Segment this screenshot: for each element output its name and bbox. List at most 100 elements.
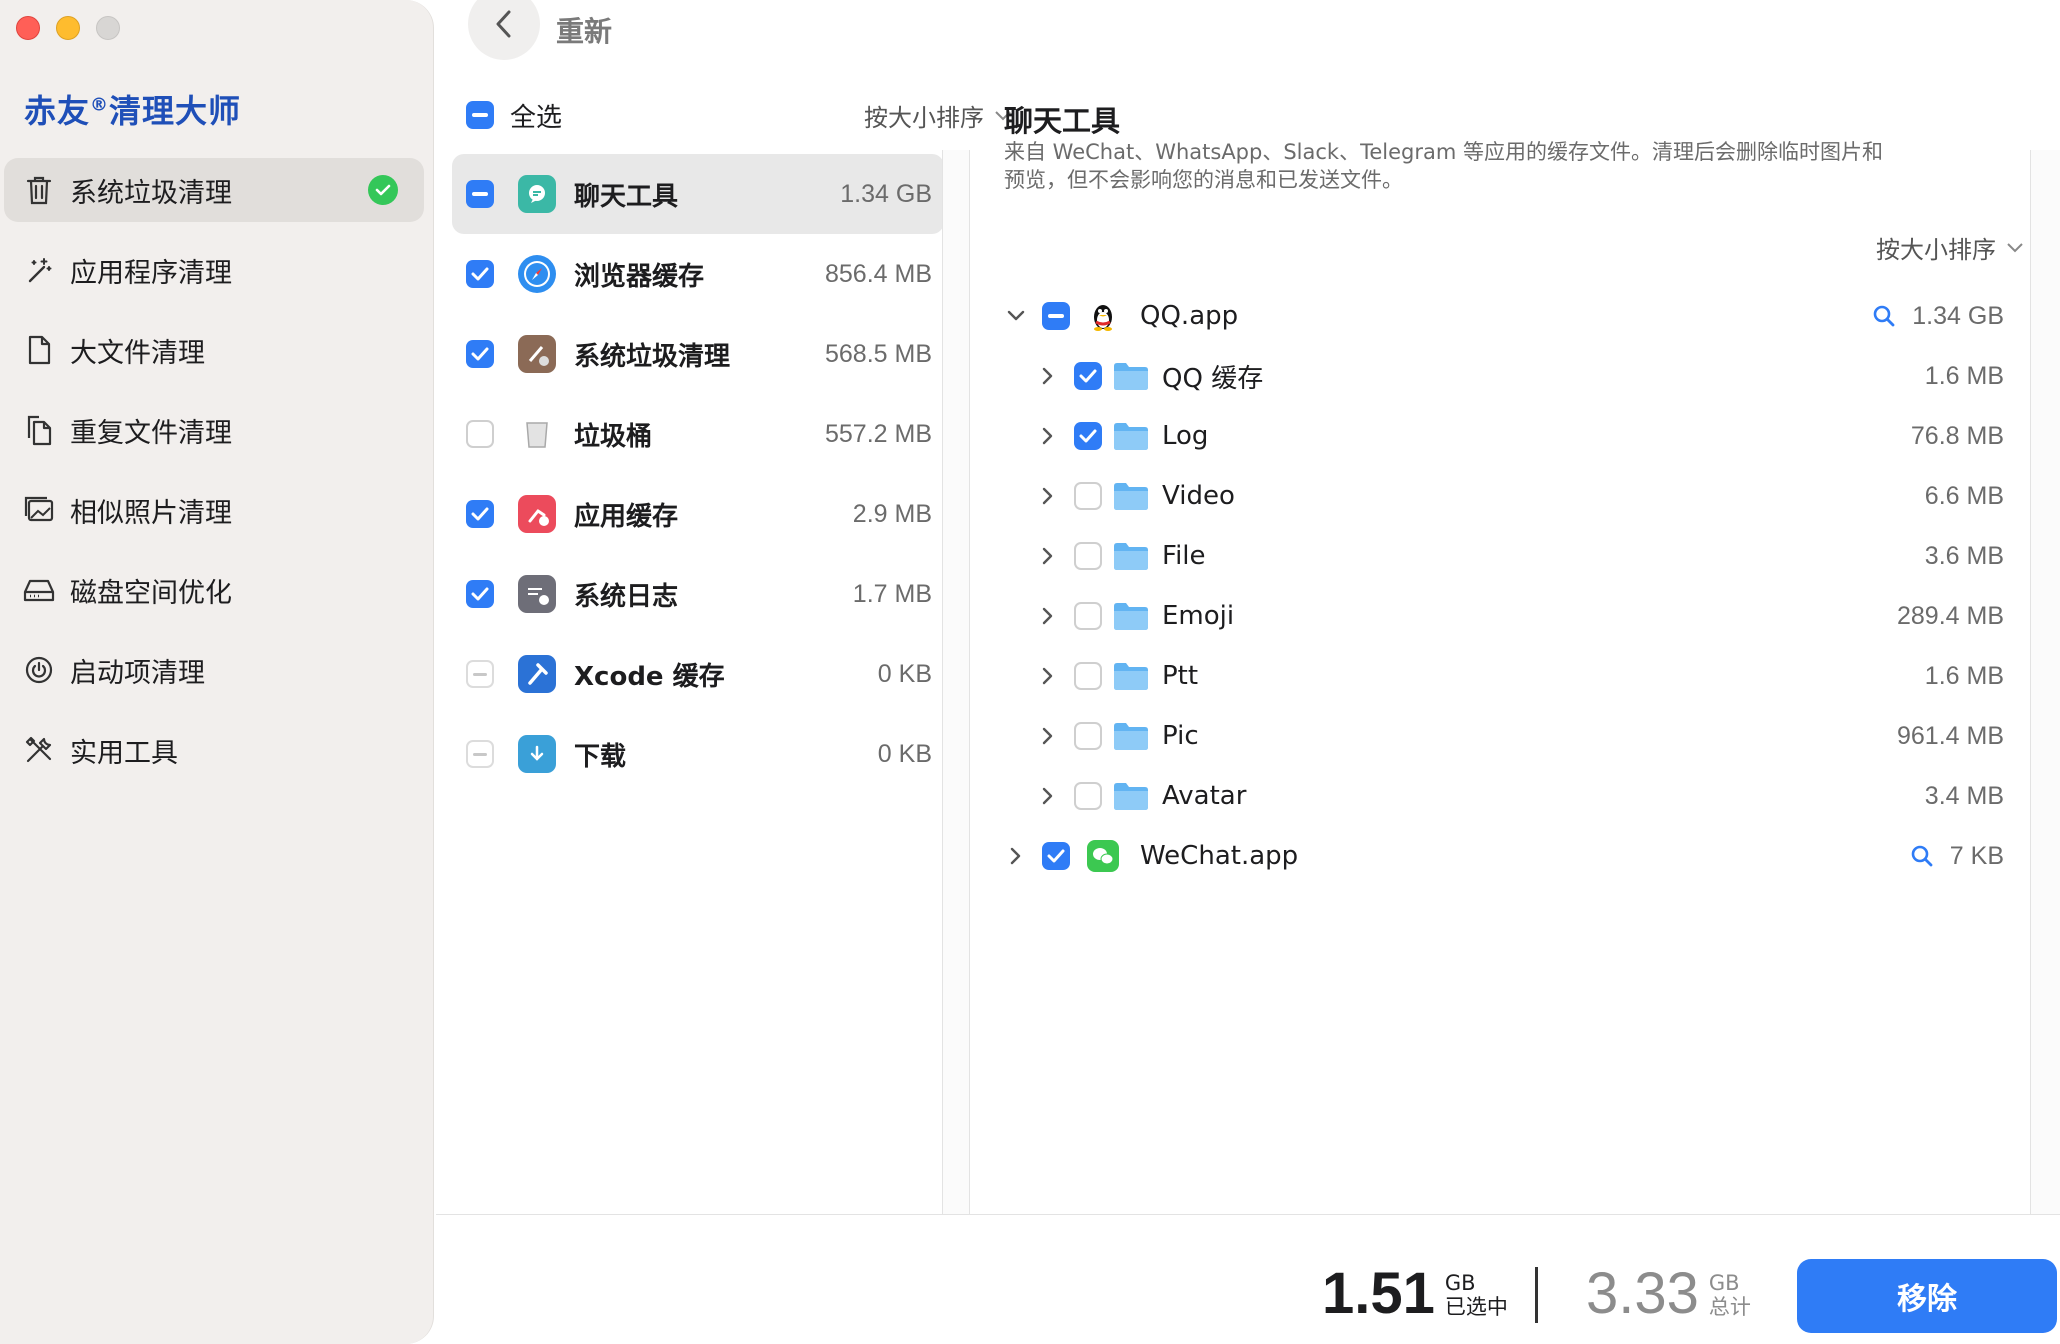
category-size: 2.9 MB xyxy=(852,499,932,528)
chevron-right-icon[interactable] xyxy=(1036,664,1060,688)
category-list: 聊天工具 1.34 GB 浏览器缓存 856.4 MB 系统垃圾清理 568.5 MB 垃圾… xyxy=(452,154,944,794)
chevron-right-icon[interactable] xyxy=(1004,844,1028,868)
sidebar-item-label: 应用程序清理 xyxy=(70,257,232,289)
selected-size-label: 已选中 xyxy=(1444,1295,1508,1319)
folder-checkbox[interactable] xyxy=(1074,662,1102,690)
sidebar-item-label: 相似照片清理 xyxy=(70,497,232,529)
category-row[interactable]: Xcode 缓存 0 KB xyxy=(452,634,944,714)
back-button[interactable] xyxy=(468,0,540,60)
folder-checkbox[interactable] xyxy=(1074,362,1102,390)
app-name: WeChat.app xyxy=(1140,841,1299,871)
category-row[interactable]: 聊天工具 1.34 GB xyxy=(452,154,944,234)
sidebar-item-4[interactable]: 相似照片清理 xyxy=(4,478,424,542)
chevron-right-icon[interactable] xyxy=(1036,604,1060,628)
chevron-right-icon[interactable] xyxy=(1036,424,1060,448)
category-checkbox[interactable] xyxy=(466,580,494,608)
sidebar-item-label: 启动项清理 xyxy=(70,657,205,689)
sidebar-item-7[interactable]: 实用工具 xyxy=(4,718,424,782)
app-row[interactable]: QQ.app 1.34 GB xyxy=(1004,286,2004,346)
sidebar-item-3[interactable]: 重复文件清理 xyxy=(4,398,424,462)
selected-size-stat: 1.51 GB 已选中 xyxy=(1322,1263,1508,1325)
detail-scrollbar[interactable] xyxy=(2030,150,2060,1214)
sidebar-item-label: 重复文件清理 xyxy=(70,417,232,449)
category-checkbox[interactable] xyxy=(466,420,494,448)
category-checkbox[interactable] xyxy=(466,740,494,768)
search-icon[interactable] xyxy=(1910,844,1934,868)
select-all-row[interactable]: 全选 按大小排序 xyxy=(466,90,1011,140)
detail-sort-label: 按大小排序 xyxy=(1876,236,1996,264)
app-checkbox[interactable] xyxy=(1042,302,1070,330)
footer-divider xyxy=(1535,1267,1538,1323)
folder-row[interactable]: QQ 缓存 1.6 MB xyxy=(1004,346,2004,406)
category-checkbox[interactable] xyxy=(466,260,494,288)
sidebar-item-6[interactable]: 启动项清理 xyxy=(4,638,424,702)
folder-row[interactable]: Emoji 289.4 MB xyxy=(1004,586,2004,646)
category-checkbox[interactable] xyxy=(466,660,494,688)
detail-sort-dropdown[interactable]: 按大小排序 xyxy=(1876,230,2024,265)
folder-size: 3.4 MB xyxy=(1924,781,2004,810)
remove-button[interactable]: 移除 xyxy=(1797,1259,2057,1333)
magic-wand-icon xyxy=(22,253,56,287)
folder-size: 289.4 MB xyxy=(1896,601,2004,630)
zoom-window-button[interactable] xyxy=(96,16,120,40)
folder-name: Emoji xyxy=(1162,601,1235,631)
sidebar-item-1[interactable]: 应用程序清理 xyxy=(4,238,424,302)
folder-name: Avatar xyxy=(1162,781,1247,811)
sidebar-nav: 系统垃圾清理应用程序清理大文件清理重复文件清理 相似照片清理磁盘空间优化启动项清理… xyxy=(4,158,424,798)
category-checkbox[interactable] xyxy=(466,340,494,368)
category-scrollbar[interactable] xyxy=(942,150,970,1214)
chevron-right-icon[interactable] xyxy=(1036,724,1060,748)
folder-checkbox[interactable] xyxy=(1074,542,1102,570)
folder-icon xyxy=(1112,477,1150,515)
app-row[interactable]: WeChat.app 7 KB xyxy=(1004,826,2004,886)
select-all-checkbox[interactable] xyxy=(466,101,494,129)
category-label: 聊天工具 xyxy=(574,181,679,212)
folder-size: 3.6 MB xyxy=(1924,541,2004,570)
chevron-right-icon[interactable] xyxy=(1036,484,1060,508)
close-window-button[interactable] xyxy=(16,16,40,40)
folder-checkbox[interactable] xyxy=(1074,422,1102,450)
category-row[interactable]: 系统日志 1.7 MB xyxy=(452,554,944,634)
folder-name: Video xyxy=(1162,481,1235,511)
folder-checkbox[interactable] xyxy=(1074,482,1102,510)
folder-icon xyxy=(1112,357,1150,395)
chevron-down-icon xyxy=(2007,242,2023,252)
category-checkbox[interactable] xyxy=(466,180,494,208)
app-cache-icon xyxy=(518,495,556,533)
file-tree: QQ.app 1.34 GB QQ 缓存 1.6 MB Log 76.8 MB Video 6… xyxy=(1004,286,2004,886)
category-size: 856.4 MB xyxy=(824,259,932,288)
folder-icon xyxy=(1112,717,1150,755)
folder-checkbox[interactable] xyxy=(1074,782,1102,810)
folder-row[interactable]: Video 6.6 MB xyxy=(1004,466,2004,526)
category-row[interactable]: 垃圾桶 557.2 MB xyxy=(452,394,944,474)
chevron-right-icon[interactable] xyxy=(1036,544,1060,568)
category-row[interactable]: 浏览器缓存 856.4 MB xyxy=(452,234,944,314)
folder-row[interactable]: Log 76.8 MB xyxy=(1004,406,2004,466)
folder-row[interactable]: Avatar 3.4 MB xyxy=(1004,766,2004,826)
app-size: 1.34 GB xyxy=(1912,301,2004,330)
sidebar: 赤友®清理大师 系统垃圾清理 应用程序清理 大文件清理 重复文件清理 相似照片清理 磁盘空… xyxy=(0,0,434,1344)
sidebar-item-0[interactable]: 系统垃圾清理 xyxy=(4,158,424,222)
category-checkbox[interactable] xyxy=(466,500,494,528)
folder-checkbox[interactable] xyxy=(1074,722,1102,750)
folder-row[interactable]: Ptt 1.6 MB xyxy=(1004,646,2004,706)
category-row[interactable]: 下载 0 KB xyxy=(452,714,944,794)
app-checkbox[interactable] xyxy=(1042,842,1070,870)
sidebar-item-5[interactable]: 磁盘空间优化 xyxy=(4,558,424,622)
sidebar-item-2[interactable]: 大文件清理 xyxy=(4,318,424,382)
system-junk-icon xyxy=(518,335,556,373)
category-row[interactable]: 应用缓存 2.9 MB xyxy=(452,474,944,554)
window-controls xyxy=(16,16,120,40)
folder-checkbox[interactable] xyxy=(1074,602,1102,630)
category-label: Xcode 缓存 xyxy=(574,661,725,692)
tools-icon xyxy=(22,733,56,767)
category-row[interactable]: 系统垃圾清理 568.5 MB xyxy=(452,314,944,394)
folder-size: 1.6 MB xyxy=(1924,661,2004,690)
chevron-right-icon[interactable] xyxy=(1036,364,1060,388)
search-icon[interactable] xyxy=(1872,304,1896,328)
chevron-down-icon[interactable] xyxy=(1004,304,1028,328)
minimize-window-button[interactable] xyxy=(56,16,80,40)
folder-row[interactable]: Pic 961.4 MB xyxy=(1004,706,2004,766)
chevron-right-icon[interactable] xyxy=(1036,784,1060,808)
folder-row[interactable]: File 3.6 MB xyxy=(1004,526,2004,586)
